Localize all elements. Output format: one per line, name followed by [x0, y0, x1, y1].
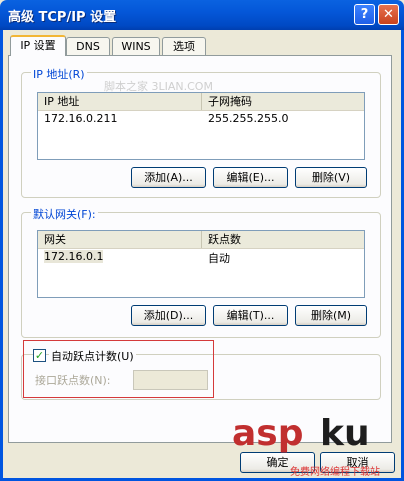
watermark-logo-ku: ku	[320, 413, 370, 454]
tab-label: IP 设置	[20, 39, 56, 52]
ip-address-list[interactable]: IP 地址 子网掩码 172.16.0.211 255.255.255.0	[37, 92, 365, 160]
watermark-logo-asp: asp	[232, 413, 304, 454]
ip-value[interactable]: 172.16.0.211	[44, 112, 117, 125]
ip-add-button[interactable]: 添加(A)...	[131, 167, 206, 188]
tab-panel: IP 地址(R) IP 地址 子网掩码 172.16.0.211 255.255…	[8, 55, 392, 443]
close-icon: ✕	[383, 7, 394, 22]
gateway-group-label: 默认网关(F):	[31, 206, 98, 222]
close-button[interactable]: ✕	[378, 4, 399, 25]
window-border-left	[0, 30, 3, 481]
title-bar: 高级 TCP/IP 设置 ? ✕	[0, 0, 404, 30]
tab-ip-settings[interactable]: IP 设置	[10, 35, 66, 56]
gateway-value[interactable]: 172.16.0.1	[44, 250, 104, 263]
metric-value[interactable]: 自动	[208, 250, 230, 266]
col-ip[interactable]: IP 地址	[38, 93, 202, 110]
watermark-text: 脚本之家 3LIAN.COM	[104, 80, 213, 93]
help-icon: ?	[360, 7, 369, 22]
tab-wins[interactable]: WINS	[112, 37, 160, 55]
tab-dns[interactable]: DNS	[66, 37, 110, 55]
gateway-list[interactable]: 网关 跃点数 172.16.0.1 自动	[37, 230, 365, 298]
gateway-delete-button[interactable]: 删除(M)	[295, 305, 367, 326]
mask-value[interactable]: 255.255.255.0	[208, 112, 288, 125]
tab-label: WINS	[121, 40, 151, 53]
tab-label: DNS	[76, 40, 100, 53]
tab-label: 选项	[173, 40, 195, 53]
list-header: 网关 跃点数	[38, 231, 364, 249]
help-button[interactable]: ?	[354, 4, 375, 25]
col-mask[interactable]: 子网掩码	[202, 93, 366, 110]
ip-edit-button[interactable]: 编辑(E)...	[213, 167, 288, 188]
tab-options[interactable]: 选项	[162, 37, 206, 55]
highlight-annotation	[23, 340, 214, 398]
window-title: 高级 TCP/IP 设置	[8, 10, 117, 25]
watermark-subtitle: 免费网络编程下载站	[290, 467, 380, 478]
col-gateway[interactable]: 网关	[38, 231, 202, 248]
ip-delete-button[interactable]: 删除(V)	[295, 167, 367, 188]
col-metric[interactable]: 跃点数	[202, 231, 366, 248]
gateway-add-button[interactable]: 添加(D)...	[131, 305, 206, 326]
gateway-edit-button[interactable]: 编辑(T)...	[213, 305, 288, 326]
list-header: IP 地址 子网掩码	[38, 93, 364, 111]
ip-group-label: IP 地址(R)	[31, 66, 87, 82]
